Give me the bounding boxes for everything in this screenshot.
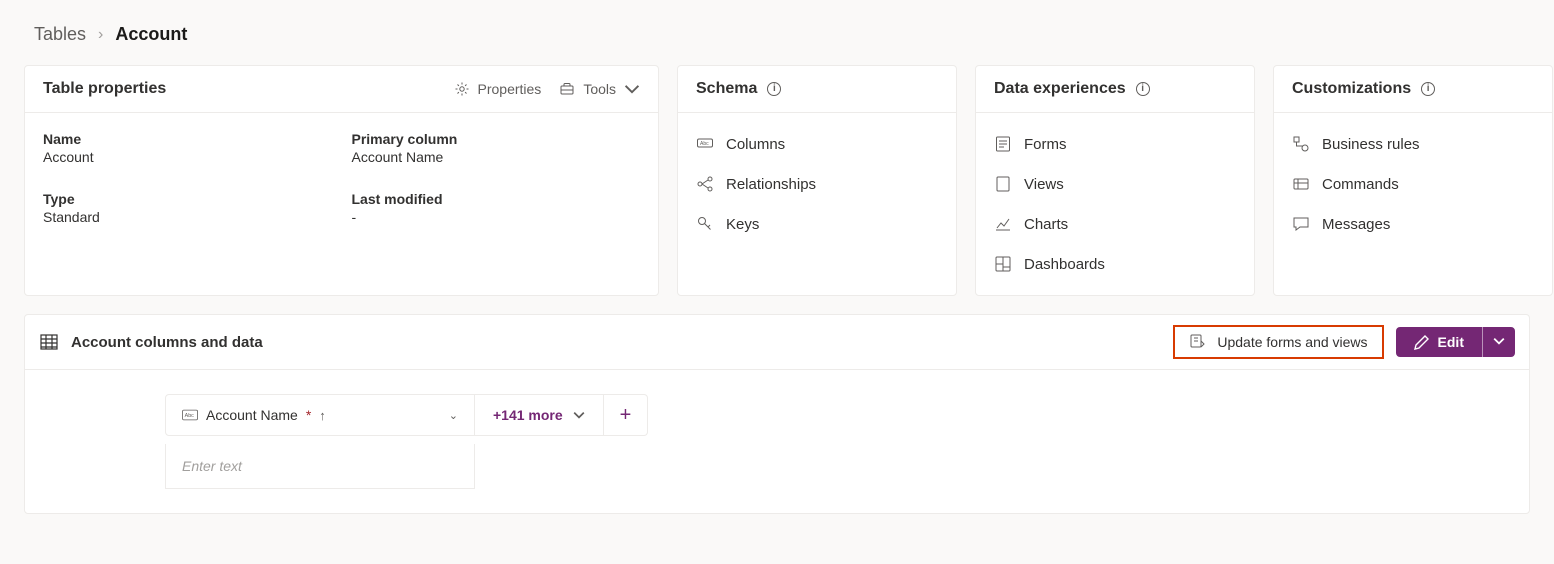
- prop-type-label: Type: [43, 191, 332, 207]
- schema-columns-link[interactable]: Abc Columns: [696, 135, 938, 153]
- edit-button[interactable]: Edit: [1396, 327, 1483, 357]
- tools-button[interactable]: Tools: [559, 81, 640, 97]
- link-label: Business rules: [1322, 136, 1420, 153]
- breadcrumb-root[interactable]: Tables: [34, 24, 86, 45]
- chevron-right-icon: ›: [98, 26, 103, 44]
- edit-dropdown-button[interactable]: [1483, 327, 1515, 357]
- more-columns-button[interactable]: +141 more: [475, 395, 603, 435]
- views-icon: [994, 175, 1012, 193]
- data-views-link[interactable]: Views: [994, 175, 1236, 193]
- customizations-card: Customizations i Business rules Commands…: [1273, 65, 1553, 296]
- info-icon[interactable]: i: [1421, 82, 1435, 96]
- prop-name-value: Account: [43, 149, 332, 165]
- relationships-icon: [696, 175, 714, 193]
- tools-label: Tools: [583, 81, 616, 97]
- account-name-input[interactable]: [165, 444, 475, 489]
- link-label: Charts: [1024, 216, 1068, 233]
- data-experiences-card: Data experiences i Forms Views Charts Da…: [975, 65, 1255, 296]
- svg-text:Abc: Abc: [700, 141, 709, 147]
- table-properties-card: Table properties Properties Tools Name A…: [24, 65, 659, 296]
- required-indicator: *: [306, 407, 311, 423]
- grid-icon: [39, 332, 59, 352]
- chevron-down-icon: [1493, 335, 1505, 347]
- gear-icon: [454, 81, 470, 97]
- chevron-down-icon: [573, 409, 585, 421]
- text-field-icon: Abc: [182, 409, 198, 421]
- edit-label: Edit: [1438, 334, 1464, 350]
- schema-relationships-link[interactable]: Relationships: [696, 175, 938, 193]
- svg-text:Abc: Abc: [185, 413, 195, 419]
- update-label: Update forms and views: [1217, 334, 1367, 350]
- breadcrumb-current: Account: [115, 24, 187, 45]
- plus-icon: +: [620, 404, 632, 426]
- link-label: Columns: [726, 136, 785, 153]
- column-name: Account Name: [206, 407, 298, 423]
- schema-keys-link[interactable]: Keys: [696, 215, 938, 233]
- link-label: Commands: [1322, 176, 1399, 193]
- chevron-down-icon: ⌄: [449, 409, 458, 422]
- sort-up-icon: ↑: [319, 408, 326, 423]
- chevron-down-icon: [624, 81, 640, 97]
- data-forms-link[interactable]: Forms: [994, 135, 1236, 153]
- link-label: Messages: [1322, 216, 1390, 233]
- toolbox-icon: [559, 81, 575, 97]
- prop-name-label: Name: [43, 131, 332, 147]
- prop-modified-value: -: [352, 209, 641, 225]
- update-forms-views-button[interactable]: Update forms and views: [1173, 325, 1383, 359]
- link-label: Views: [1024, 176, 1064, 193]
- properties-label: Properties: [478, 81, 542, 97]
- column-header-account-name[interactable]: Abc Account Name * ↑ ⌄: [165, 394, 475, 436]
- link-label: Keys: [726, 216, 759, 233]
- properties-button[interactable]: Properties: [454, 81, 542, 97]
- charts-icon: [994, 215, 1012, 233]
- schema-card: Schema i Abc Columns Relationships Keys: [677, 65, 957, 296]
- dashboards-icon: [994, 255, 1012, 273]
- prop-type-value: Standard: [43, 209, 332, 225]
- card-title: Customizations: [1292, 80, 1411, 98]
- keys-icon: [696, 215, 714, 233]
- columns-data-panel: Account columns and data Update forms an…: [24, 314, 1530, 514]
- card-title: Table properties: [43, 80, 166, 98]
- messages-icon: [1292, 215, 1310, 233]
- custom-rules-link[interactable]: Business rules: [1292, 135, 1534, 153]
- link-label: Forms: [1024, 136, 1067, 153]
- forms-icon: [994, 135, 1012, 153]
- link-label: Relationships: [726, 176, 816, 193]
- commands-icon: [1292, 175, 1310, 193]
- custom-commands-link[interactable]: Commands: [1292, 175, 1534, 193]
- data-dashboards-link[interactable]: Dashboards: [994, 255, 1236, 273]
- pencil-icon: [1414, 334, 1430, 350]
- info-icon[interactable]: i: [767, 82, 781, 96]
- add-column-button[interactable]: +: [603, 395, 648, 435]
- info-icon[interactable]: i: [1136, 82, 1150, 96]
- columns-icon: Abc: [696, 135, 714, 153]
- update-icon: [1189, 333, 1207, 351]
- card-title: Data experiences: [994, 80, 1126, 98]
- breadcrumb: Tables › Account: [34, 24, 1524, 45]
- data-charts-link[interactable]: Charts: [994, 215, 1236, 233]
- link-label: Dashboards: [1024, 256, 1105, 273]
- prop-primary-label: Primary column: [352, 131, 641, 147]
- more-label: +141 more: [493, 407, 563, 423]
- business-rules-icon: [1292, 135, 1310, 153]
- panel-title-text: Account columns and data: [71, 334, 263, 351]
- custom-messages-link[interactable]: Messages: [1292, 215, 1534, 233]
- prop-modified-label: Last modified: [352, 191, 641, 207]
- card-title: Schema: [696, 80, 757, 98]
- prop-primary-value: Account Name: [352, 149, 641, 165]
- edit-split-button: Edit: [1396, 327, 1515, 357]
